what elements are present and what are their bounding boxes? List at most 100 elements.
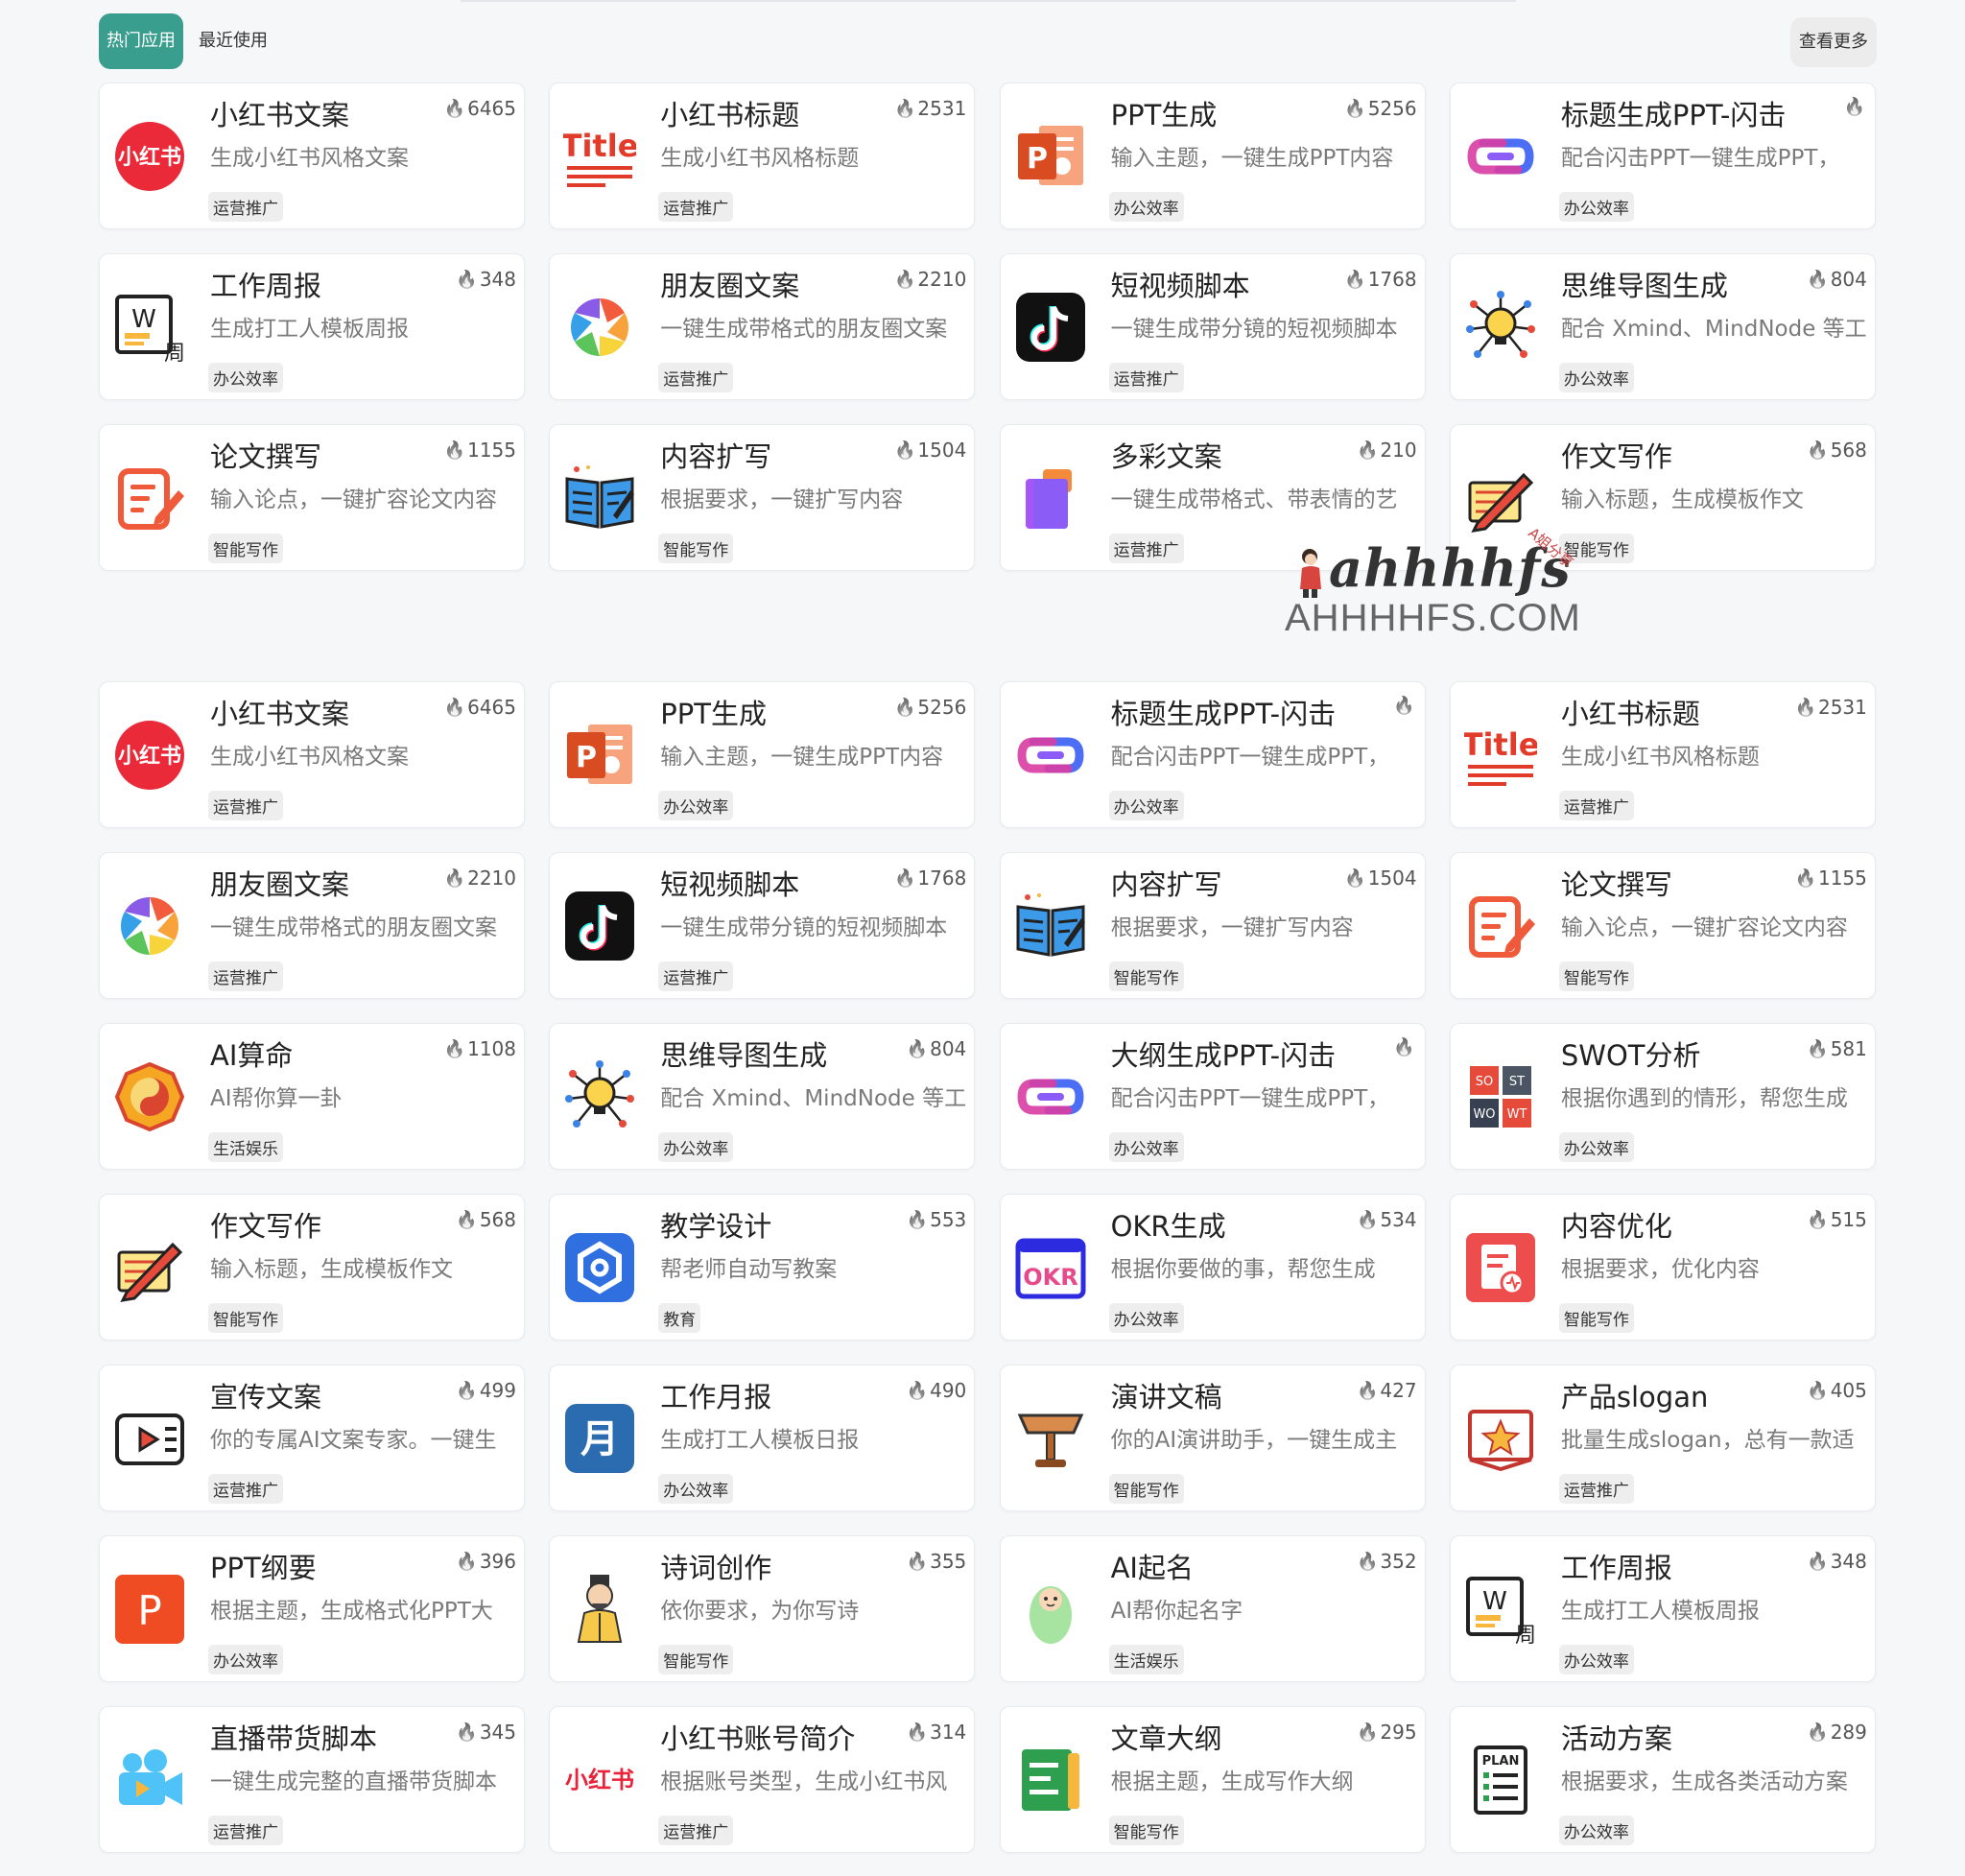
app-card[interactable]: 直播带货脚本 🔥 345 一键生成完整的直播带货脚本 运营推广	[99, 1706, 525, 1853]
tab-hot-apps[interactable]: 热门应用	[99, 13, 183, 69]
app-card[interactable]: 思维导图生成 🔥 804 配合 Xmind、MindNode 等工 办公效率	[549, 1023, 976, 1170]
tab-recent[interactable]: 最近使用	[193, 13, 273, 69]
category-tag[interactable]: 办公效率	[1558, 1816, 1634, 1845]
app-card[interactable]: Title 小红书标题 🔥 2531 生成小红书风格标题 运营推广	[1449, 681, 1876, 828]
app-card[interactable]: Title 小红书标题 🔥 2531 生成小红书风格标题 运营推广	[549, 83, 976, 229]
category-tag[interactable]: 办公效率	[1558, 1132, 1634, 1162]
app-description: 生成小红书风格标题	[1560, 745, 1760, 770]
app-card[interactable]: 产品slogan 🔥 405 批量生成slogan，总有一款适 运营推广	[1449, 1365, 1876, 1511]
hot-count-value: 289	[1830, 1721, 1867, 1744]
category-tag[interactable]: 运营推广	[658, 962, 734, 991]
category-tag[interactable]: 办公效率	[1558, 363, 1634, 392]
category-tag[interactable]: 运营推广	[1558, 1474, 1634, 1504]
category-tag[interactable]: 办公效率	[1108, 192, 1184, 222]
view-more-button[interactable]: 查看更多	[1790, 17, 1877, 67]
hot-count: 🔥 568	[456, 1208, 516, 1231]
app-description: 配合闪击PPT一键生成PPT，	[1560, 146, 1840, 171]
hot-count: 🔥 6465	[444, 97, 516, 120]
category-tag[interactable]: 运营推广	[208, 791, 283, 820]
hot-count: 🔥 352	[1357, 1550, 1417, 1573]
category-tag[interactable]: 智能写作	[1108, 962, 1184, 991]
category-tag[interactable]: 智能写作	[658, 1645, 734, 1674]
app-card[interactable]: P PPT生成 🔥 5256 输入主题，一键生成PPT内容 办公效率	[999, 83, 1426, 229]
flame-icon: 🔥	[1807, 1722, 1829, 1743]
app-card[interactable]: 朋友圈文案 🔥 2210 一键生成带格式的朋友圈文案 运营推广	[99, 852, 525, 999]
swot-icon: SO ST WO WT	[1464, 1060, 1537, 1133]
app-card[interactable]: 作文写作 🔥 568 输入标题，生成模板作文 智能写作	[99, 1194, 525, 1341]
app-card[interactable]: 小红书 小红书账号简介 🔥 314 根据账号类型，生成小红书风 运营推广	[549, 1706, 976, 1853]
category-tag[interactable]: 办公效率	[1108, 1303, 1184, 1333]
app-card[interactable]: AI起名 🔥 352 AI帮你起名字 生活娱乐	[999, 1535, 1426, 1682]
category-tag[interactable]: 智能写作	[208, 534, 283, 563]
category-tag[interactable]: 运营推广	[208, 1816, 283, 1845]
category-tag[interactable]: 办公效率	[1558, 1645, 1634, 1674]
category-tag[interactable]: 智能写作	[1108, 1474, 1184, 1504]
category-tag[interactable]: 生活娱乐	[1108, 1645, 1184, 1674]
app-card[interactable]: 小红书 小红书文案 🔥 6465 生成小红书风格文案 运营推广	[99, 83, 525, 229]
app-title: 宣传文案	[210, 1381, 322, 1413]
app-card[interactable]: W 周工作周报 🔥 348 生成打工人模板周报 办公效率	[99, 253, 525, 400]
app-card[interactable]: 月 工作月报 🔥 490 生成打工人模板日报 办公效率	[549, 1365, 976, 1511]
app-card[interactable]: 诗词创作 🔥 355 依你要求，为你写诗 智能写作	[549, 1535, 976, 1682]
category-tag[interactable]: 智能写作	[208, 1303, 283, 1333]
category-tag[interactable]: 智能写作	[1108, 1816, 1184, 1845]
app-card[interactable]: 标题生成PPT-闪击 🔥 配合闪击PPT一键生成PPT， 办公效率	[999, 681, 1426, 828]
category-tag[interactable]: 办公效率	[208, 1645, 283, 1674]
category-tag[interactable]: 智能写作	[1558, 1303, 1634, 1333]
category-tag[interactable]: 办公效率	[658, 1474, 734, 1504]
category-tag[interactable]: 办公效率	[658, 791, 734, 820]
app-card[interactable]: 内容优化 🔥 515 根据要求，优化内容 智能写作	[1449, 1194, 1876, 1341]
category-tag[interactable]: 办公效率	[1558, 192, 1634, 222]
app-card[interactable]: P PPT纲要 🔥 396 根据主题，生成格式化PPT大 办公效率	[99, 1535, 525, 1682]
category-tag[interactable]: 运营推广	[208, 192, 283, 222]
category-tag[interactable]: 运营推广	[658, 1816, 734, 1845]
app-card[interactable]: OKR OKR生成 🔥 534 根据你要做的事，帮您生成 办公效率	[999, 1194, 1426, 1341]
app-card[interactable]: 大纲生成PPT-闪击 🔥 配合闪击PPT一键生成PPT， 办公效率	[999, 1023, 1426, 1170]
app-card[interactable]: 宣传文案 🔥 499 你的专属AI文案专家。一键生 运营推广	[99, 1365, 525, 1511]
category-tag[interactable]: 智能写作	[658, 534, 734, 563]
app-card[interactable]: 朋友圈文案 🔥 2210 一键生成带格式的朋友圈文案 运营推广	[549, 253, 976, 400]
svg-text:WO: WO	[1473, 1107, 1495, 1122]
category-tag[interactable]: 办公效率	[208, 363, 283, 392]
app-card[interactable]: 论文撰写 🔥 1155 输入论点，一键扩容论文内容 智能写作	[99, 424, 525, 571]
app-card[interactable]: 内容扩写 🔥 1504 根据要求，一键扩写内容 智能写作	[549, 424, 976, 571]
app-card[interactable]: SO ST WO WT SWOT分析 🔥 581 根据你遇到的情形，帮您生成 办公效率	[1449, 1023, 1876, 1170]
svg-text:W: W	[1482, 1587, 1507, 1616]
category-tag[interactable]: 运营推广	[1558, 791, 1634, 820]
category-tag[interactable]: 运营推广	[1108, 363, 1184, 392]
category-tag[interactable]: 智能写作	[1558, 962, 1634, 991]
app-title: 工作月报	[660, 1381, 772, 1413]
app-card[interactable]: P PPT生成 🔥 5256 输入主题，一键生成PPT内容 办公效率	[549, 681, 976, 828]
app-card[interactable]: 小红书 小红书文案 🔥 6465 生成小红书风格文案 运营推广	[99, 681, 525, 828]
app-card[interactable]: 文章大纲 🔥 295 根据主题，生成写作大纲 智能写作	[999, 1706, 1426, 1853]
app-title: 小红书标题	[1560, 698, 1700, 730]
app-card[interactable]: 短视频脚本 🔥 1768 一键生成带分镜的短视频脚本 运营推广	[999, 253, 1426, 400]
svg-text:P: P	[576, 741, 597, 774]
app-card[interactable]: 标题生成PPT-闪击 🔥 配合闪击PPT一键生成PPT， 办公效率	[1449, 83, 1876, 229]
app-card[interactable]: 内容扩写 🔥 1504 根据要求，一键扩写内容 智能写作	[999, 852, 1426, 999]
app-card[interactable]: 演讲文稿 🔥 427 你的AI演讲助手，一键生成主 智能写作	[999, 1365, 1426, 1511]
category-tag[interactable]: 办公效率	[658, 1132, 734, 1162]
flame-icon: 🔥	[456, 1722, 478, 1743]
app-description: 生成小红书风格文案	[210, 146, 409, 171]
watermark: ahhhhfs A姐分享 AHHHHFS.COM	[1281, 524, 1588, 643]
app-card[interactable]: PLAN 活动方案 🔥 289 根据要求，生成各类活动方案 办公效率	[1449, 1706, 1876, 1853]
category-tag[interactable]: 办公效率	[1108, 1132, 1184, 1162]
app-card[interactable]: 思维导图生成 🔥 804 配合 Xmind、MindNode 等工 办公效率	[1449, 253, 1876, 400]
category-tag[interactable]: 运营推广	[208, 1474, 283, 1504]
category-tag[interactable]: 办公效率	[1108, 791, 1184, 820]
app-card[interactable]: 教学设计 🔥 553 帮老师自动写教案 教育	[549, 1194, 976, 1341]
category-tag[interactable]: 运营推广	[1108, 534, 1184, 563]
category-tag[interactable]: 生活娱乐	[208, 1132, 283, 1162]
category-tag[interactable]: 运营推广	[658, 363, 734, 392]
category-tag[interactable]: 教育	[658, 1303, 701, 1333]
app-card[interactable]: 短视频脚本 🔥 1768 一键生成带分镜的短视频脚本 运营推广	[549, 852, 976, 999]
app-card[interactable]: AI算命 🔥 1108 AI帮你算一卦 生活娱乐	[99, 1023, 525, 1170]
app-card[interactable]: W 周工作周报 🔥 348 生成打工人模板周报 办公效率	[1449, 1535, 1876, 1682]
flame-icon: 🔥	[1356, 1551, 1379, 1572]
category-tag[interactable]: 运营推广	[658, 192, 734, 222]
flame-icon: 🔥	[1393, 696, 1415, 716]
flame-icon: 🔥	[1807, 1209, 1829, 1230]
category-tag[interactable]: 运营推广	[208, 962, 283, 991]
app-card[interactable]: 论文撰写 🔥 1155 输入论点，一键扩容论文内容 智能写作	[1449, 852, 1876, 999]
